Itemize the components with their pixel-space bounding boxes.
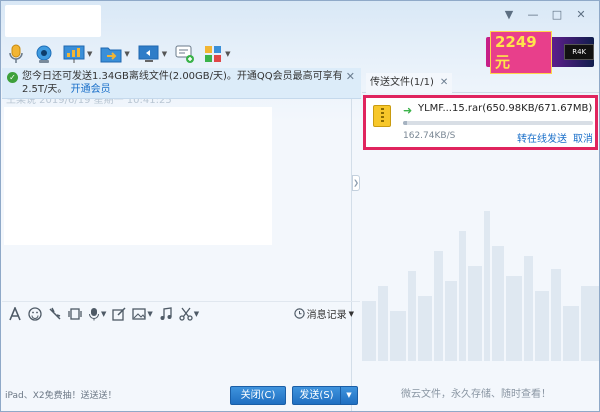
notice-close-icon[interactable]: ✕ bbox=[346, 70, 355, 83]
send-file-button[interactable]: ▼ bbox=[98, 42, 131, 66]
scissors-button[interactable]: ▼ bbox=[179, 307, 199, 321]
minimize-icon[interactable]: — bbox=[521, 5, 545, 23]
rar-archive-icon bbox=[373, 105, 391, 127]
microphone-icon bbox=[9, 44, 23, 63]
film-icon bbox=[68, 307, 82, 320]
new-discussion-button[interactable] bbox=[173, 42, 197, 66]
image-button[interactable]: ▼ bbox=[132, 307, 153, 321]
screenshot-button[interactable] bbox=[112, 306, 126, 321]
tab-close-icon[interactable]: ✕ bbox=[440, 73, 448, 91]
mic-small-icon bbox=[89, 307, 99, 320]
weiyun-promo-text: 微云文件，永久存储、随时查看！ bbox=[401, 389, 551, 400]
cancel-link[interactable]: 取消 bbox=[573, 130, 593, 145]
history-label: 消息记录 bbox=[306, 310, 347, 321]
chevron-down-icon: ▼ bbox=[225, 50, 231, 58]
folder-transfer-icon bbox=[100, 47, 122, 63]
input-toolbar: ▼ ▼ ▼ 消息记录 ▼ bbox=[2, 301, 360, 325]
window-controls: ▼ — □ ✕ bbox=[497, 5, 593, 23]
message-history[interactable]: 王某说 2019/6/19 星期一 10:41:25 bbox=[2, 99, 351, 297]
panel-splitter[interactable] bbox=[351, 99, 361, 411]
ad-price: 2249元 bbox=[490, 30, 553, 74]
scissors-edit-icon bbox=[112, 306, 126, 321]
chevron-down-icon: ▼ bbox=[101, 309, 107, 318]
chevron-down-icon: ▼ bbox=[161, 50, 168, 58]
message-history-button[interactable]: 消息记录 ▼ bbox=[293, 306, 354, 321]
ad-banner[interactable]: 2249元 R4K bbox=[486, 30, 594, 74]
transfer-speed: 162.74KB/S bbox=[403, 131, 456, 141]
message-header: 王某说 2019/6/19 星期一 10:41:25 bbox=[6, 99, 172, 105]
video-call-button[interactable] bbox=[31, 42, 57, 66]
voice-message-button[interactable]: ▼ bbox=[88, 307, 106, 321]
tab-file-transfer[interactable]: 传送文件(1/1) ✕ bbox=[366, 73, 453, 93]
file-name: YLMF...15.rar(650.98KB/671.67MB) bbox=[418, 103, 593, 114]
progress-fill bbox=[403, 121, 407, 125]
presentation-chart-icon bbox=[63, 45, 85, 63]
close-button[interactable]: 关闭(C) bbox=[230, 386, 286, 405]
redacted-message-area bbox=[4, 107, 272, 245]
close-window-icon[interactable]: ✕ bbox=[569, 5, 593, 23]
offline-file-notice: ✓ 您今日还可发送1.34GB离线文件(2.00GB/天)。开通QQ会员最高可享… bbox=[2, 68, 361, 99]
picture-icon bbox=[132, 307, 147, 320]
webcam-icon bbox=[36, 45, 52, 63]
chat-add-icon bbox=[175, 45, 195, 63]
voice-call-button[interactable] bbox=[5, 42, 27, 66]
send-button-label[interactable]: 发送(S) bbox=[293, 387, 341, 404]
chevron-down-icon: ▼ bbox=[124, 50, 130, 58]
contact-title-area bbox=[5, 5, 101, 37]
transfer-panel-header: 传送文件(1/1) ✕ bbox=[362, 71, 599, 93]
emoji-button[interactable] bbox=[28, 306, 42, 321]
scissors-icon bbox=[179, 307, 193, 321]
menu-dropdown-icon[interactable]: ▼ bbox=[497, 5, 521, 23]
chat-toolbar: ▼ ▼ ▼ ▼ bbox=[5, 41, 233, 67]
shake-button[interactable] bbox=[48, 307, 62, 321]
shake-icon bbox=[49, 307, 61, 320]
switch-online-send-link[interactable]: 转在线发送 bbox=[517, 130, 567, 145]
music-button[interactable] bbox=[159, 306, 173, 321]
apps-button[interactable]: ▼ bbox=[201, 42, 232, 66]
maximize-icon[interactable]: □ bbox=[545, 5, 569, 23]
smiley-icon bbox=[28, 306, 42, 321]
send-options-chevron-icon[interactable]: ▼ bbox=[341, 387, 357, 404]
vip-link[interactable]: 开通会员 bbox=[71, 84, 111, 95]
check-circle-icon: ✓ bbox=[7, 72, 18, 83]
font-button[interactable] bbox=[8, 306, 22, 321]
promo-link[interactable]: iPad、X2免费抽！送送送！ bbox=[5, 388, 117, 401]
tab-label: 传送文件(1/1) bbox=[370, 77, 434, 88]
chevron-down-icon: ▼ bbox=[147, 309, 153, 318]
collapse-arrow-icon[interactable]: ❯ bbox=[352, 175, 360, 191]
clock-icon bbox=[293, 308, 305, 319]
transfer-progress-bar bbox=[403, 121, 593, 125]
screen-share-button[interactable]: ▼ bbox=[61, 42, 94, 66]
apps-grid-icon bbox=[205, 46, 222, 62]
music-note-icon bbox=[160, 306, 172, 320]
gif-button[interactable] bbox=[68, 307, 82, 321]
send-button[interactable]: 发送(S) ▼ bbox=[292, 386, 358, 405]
chevron-down-icon: ▼ bbox=[193, 309, 200, 318]
chevron-down-icon: ▼ bbox=[348, 309, 354, 318]
qq-chat-window: ▼ — □ ✕ ▼ ▼ ▼ ▼ 2249元 R4K ✓ 您今日还可发送1.34G… bbox=[0, 0, 600, 412]
upload-arrow-icon: ➜ bbox=[403, 104, 413, 117]
remote-screen-icon bbox=[138, 45, 159, 62]
file-transfer-item: ➜ YLMF...15.rar(650.98KB/671.67MB) 162.7… bbox=[363, 95, 598, 150]
remote-desktop-button[interactable]: ▼ bbox=[136, 42, 169, 66]
font-a-icon bbox=[9, 306, 21, 320]
city-skyline-watermark bbox=[362, 211, 599, 361]
chevron-down-icon: ▼ bbox=[87, 50, 93, 58]
ad-phone-image: R4K bbox=[564, 44, 594, 60]
